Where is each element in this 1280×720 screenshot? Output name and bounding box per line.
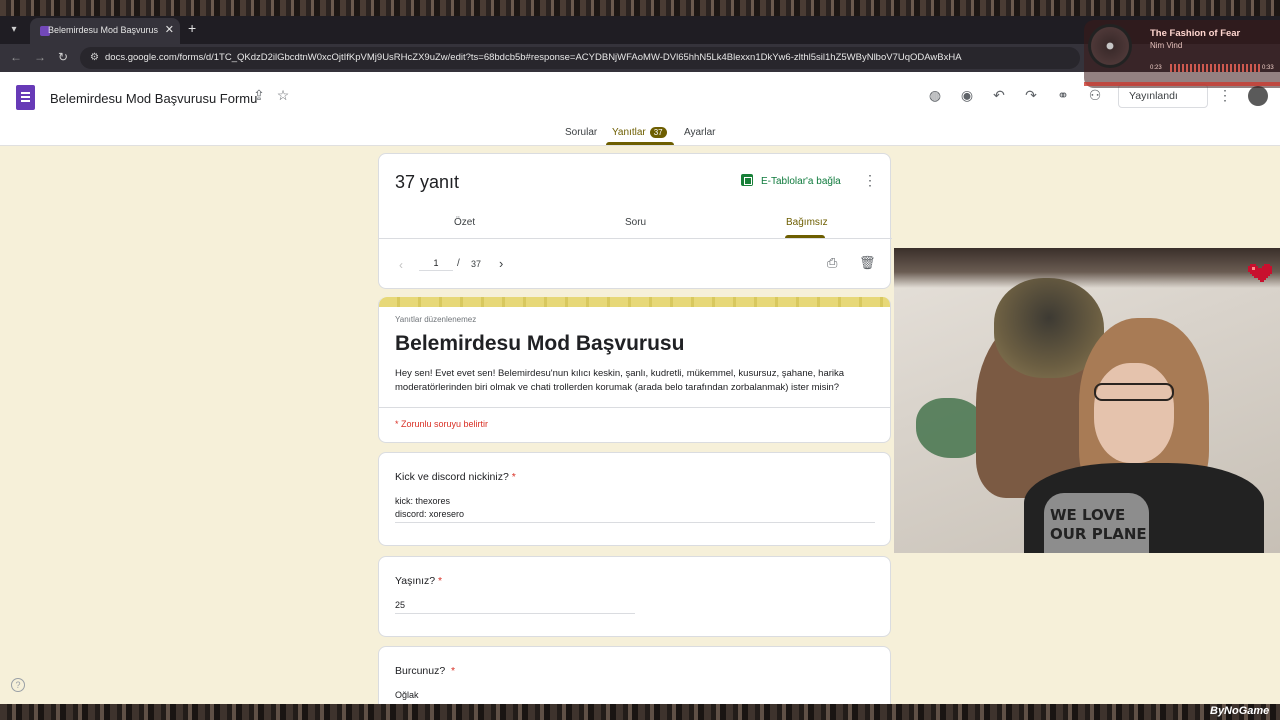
- tab-search-chevron-icon[interactable]: ▾: [4, 20, 24, 40]
- divider: [379, 238, 892, 239]
- webcam-face: [1094, 363, 1174, 463]
- answer-underline: [395, 522, 875, 523]
- tab-questions[interactable]: Sorular: [565, 127, 597, 138]
- undo-icon[interactable]: ↶: [990, 87, 1008, 104]
- copy-link-icon[interactable]: ⚭: [1054, 87, 1072, 104]
- required-note: * Zorunlu soruyu belirtir: [395, 419, 489, 429]
- google-forms-logo-icon[interactable]: [16, 85, 35, 110]
- responses-summary-card: 37 yanıt E-Tablolar'a bağla ⋮ Özet Soru …: [378, 153, 892, 289]
- more-options-icon[interactable]: ⋮: [863, 172, 877, 189]
- tab-settings[interactable]: Ayarlar: [684, 127, 716, 138]
- track-artist: Nim Vind: [1150, 41, 1183, 50]
- more-vert-icon[interactable]: ⋮: [1216, 87, 1234, 104]
- watermark: ByNoGame: [1210, 705, 1270, 717]
- question-label: Kick ve discord nickiniz? *: [395, 471, 516, 483]
- divider: [379, 407, 890, 408]
- shirt-print: WE LOVE OUR PLANE: [1050, 506, 1147, 543]
- stream-frame-top: [0, 0, 1280, 16]
- url-field[interactable]: ⚙ docs.google.com/forms/d/1TC_QKdzD2ilGb…: [80, 47, 1080, 69]
- tab-close-icon[interactable]: ✕: [165, 23, 174, 36]
- tab-question[interactable]: Soru: [625, 217, 646, 228]
- next-response-icon[interactable]: ›: [499, 256, 503, 271]
- tab-title: Belemirdesu Mod Başvurusu Fo: [48, 25, 158, 35]
- track-duration: 0:33: [1262, 65, 1274, 71]
- tab-individual[interactable]: Bağımsız: [786, 217, 828, 228]
- preview-eye-icon[interactable]: ◉: [958, 87, 976, 104]
- header-accent-band: [379, 297, 890, 307]
- form-header-card: Yanıtlar düzenlenemez Belemirdesu Mod Ba…: [378, 297, 891, 443]
- answer-line: kick: thexores: [395, 496, 451, 506]
- print-icon[interactable]: ⎙: [827, 255, 837, 271]
- answer-value: 25: [395, 600, 406, 610]
- answer-value: Oğlak: [395, 690, 419, 700]
- question-label: Yaşınız? *: [395, 575, 443, 587]
- add-collaborators-icon[interactable]: ⚇: [1086, 87, 1104, 104]
- pixel-heart-icon: [1248, 264, 1272, 282]
- sheets-icon: [741, 174, 753, 186]
- move-to-folder-icon[interactable]: ⇪: [250, 87, 268, 104]
- palette-icon[interactable]: ◍: [926, 87, 944, 104]
- response-page-input[interactable]: 1: [419, 258, 453, 271]
- album-disc-icon: [1088, 24, 1132, 68]
- reload-icon[interactable]: ↻: [58, 50, 68, 64]
- webcam-overlay: WE LOVE OUR PLANE: [894, 248, 1280, 553]
- question-card-nicknames: Kick ve discord nickiniz? * kick: thexor…: [378, 452, 891, 546]
- question-card-age: Yaşınız? * 25: [378, 556, 891, 637]
- help-icon[interactable]: ?: [11, 678, 25, 692]
- audio-waveform: [1170, 64, 1260, 72]
- delete-response-icon[interactable]: 🗑: [859, 255, 876, 271]
- form-title[interactable]: Belemirdesu Mod Başvurusu Formu: [50, 91, 257, 106]
- pager-total: 37: [471, 259, 482, 269]
- new-tab-button[interactable]: +: [188, 20, 196, 36]
- link-to-sheets-button[interactable]: E-Tablolar'a bağla: [741, 174, 841, 187]
- stream-frame-bottom: [0, 704, 1280, 720]
- forward-arrow-icon[interactable]: →: [34, 50, 46, 64]
- site-info-icon[interactable]: ⚙: [90, 52, 99, 63]
- response-count: 37 yanıt: [395, 172, 460, 192]
- main-tabs: Sorular Yanıtlar 37 Ayarlar: [0, 124, 1280, 146]
- answer-line: discord: xoresero: [395, 509, 465, 519]
- previous-response-icon[interactable]: ‹: [399, 258, 403, 272]
- form-description: Hey sen! Evet evet sen! Belemirdesu'nun …: [395, 368, 845, 393]
- pager-separator: /: [457, 258, 460, 269]
- webcam-backdrop: [894, 248, 1280, 288]
- track-progress: [1084, 82, 1280, 86]
- back-arrow-icon[interactable]: ←: [10, 50, 22, 64]
- now-playing-overlay: The Fashion of Fear Nim Vind 0:23 0:33: [1084, 20, 1280, 88]
- star-icon[interactable]: ☆: [274, 87, 292, 104]
- question-label: Burcunuz? *: [395, 665, 456, 677]
- track-elapsed: 0:23: [1150, 65, 1162, 71]
- responses-count-badge: 37: [649, 127, 667, 138]
- track-title: The Fashion of Fear: [1150, 28, 1241, 39]
- tab-responses[interactable]: Yanıtlar 37: [612, 127, 667, 138]
- no-edit-note: Yanıtlar düzenlenemez: [395, 315, 477, 324]
- avatar[interactable]: [1248, 86, 1268, 106]
- url-text: docs.google.com/forms/d/1TC_QKdzD2ilGbcd…: [105, 52, 962, 63]
- webcam-glasses: [1094, 383, 1174, 401]
- active-tab-indicator: [606, 142, 674, 145]
- form-heading: Belemirdesu Mod Başvurusu: [395, 332, 685, 355]
- tab-summary[interactable]: Özet: [454, 217, 475, 228]
- answer-underline: [395, 613, 635, 614]
- question-card-zodiac: Burcunuz? * Oğlak: [378, 646, 891, 704]
- redo-icon[interactable]: ↷: [1022, 87, 1040, 104]
- browser-tab[interactable]: Belemirdesu Mod Başvurusu Fo ✕: [30, 18, 180, 44]
